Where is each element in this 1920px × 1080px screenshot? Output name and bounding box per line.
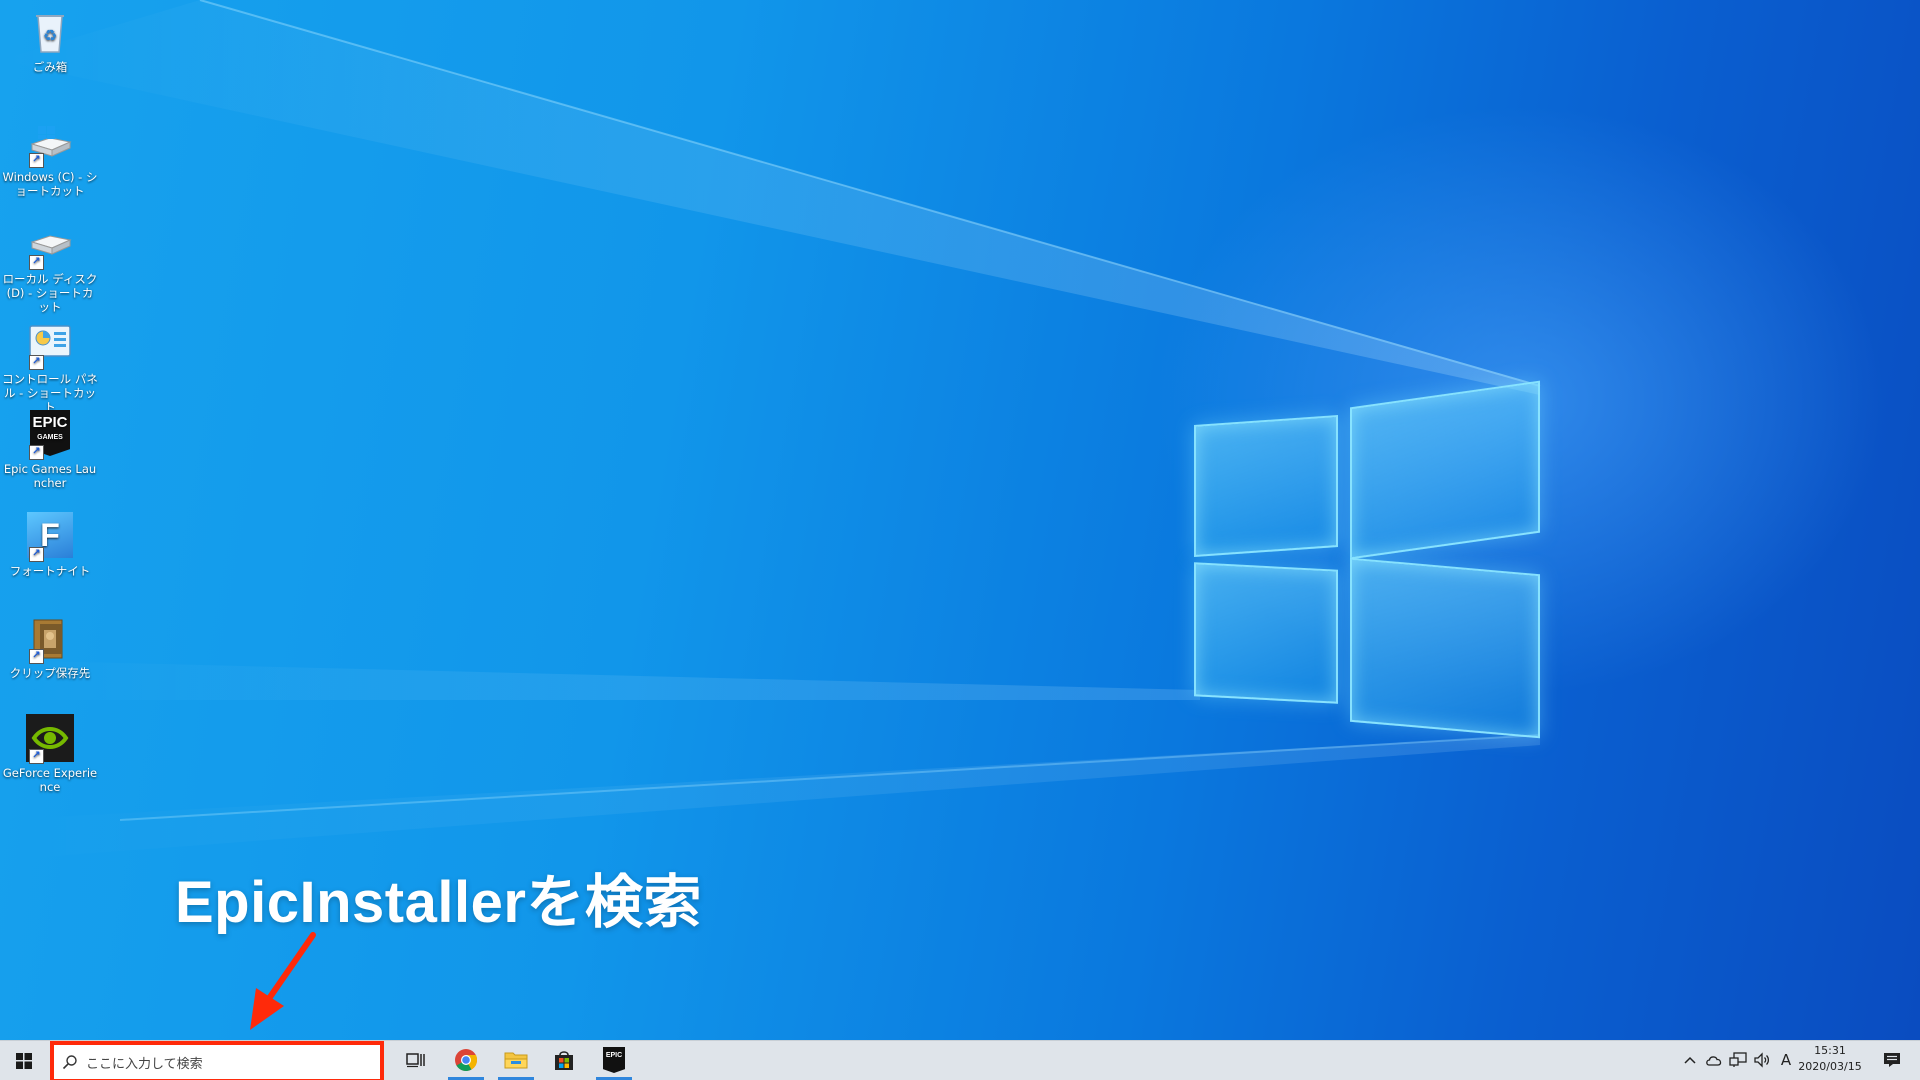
- chrome-icon: [455, 1049, 478, 1071]
- cloud-icon: [1706, 1056, 1722, 1066]
- drive-icon: ↗: [26, 220, 74, 270]
- taskbar-app-epic-games[interactable]: EPIC: [590, 1040, 638, 1080]
- desktop-icon-label: ごみ箱: [32, 60, 68, 74]
- action-center-button[interactable]: [1874, 1040, 1910, 1080]
- desktop-icon-label: Windows (C) - ショートカット: [2, 170, 98, 198]
- epic-games-icon: EPIC GAMES ↗: [26, 410, 74, 460]
- desktop-icon-windows-c[interactable]: ↗ Windows (C) - ショートカット: [0, 118, 100, 198]
- desktop-icon-recycle-bin[interactable]: ♻ ごみ箱: [0, 8, 100, 74]
- desktop-icon-label: コントロール パネル - ショートカット: [2, 372, 98, 414]
- desktop-icon-local-disk-d[interactable]: ↗ ローカル ディスク (D) - ショートカット: [0, 220, 100, 314]
- annotation-text: EpicInstallerを検索: [175, 870, 702, 935]
- desktop-icon-label: フォートナイト: [9, 564, 91, 578]
- desktop-icon-label: クリップ保存先: [9, 666, 91, 680]
- epic-games-icon: EPIC: [603, 1047, 625, 1073]
- show-hidden-icons-button[interactable]: [1680, 1040, 1700, 1080]
- taskbar-app-file-explorer[interactable]: [492, 1040, 540, 1080]
- desktop-icon-geforce-experience[interactable]: ↗ GeForce Experience: [0, 714, 100, 794]
- chevron-up-icon: [1684, 1056, 1696, 1064]
- clock-time: 15:31: [1814, 1044, 1846, 1057]
- nvidia-icon: ↗: [26, 714, 74, 764]
- task-view-icon: [406, 1053, 425, 1068]
- desktop-icon-label: GeForce Experience: [2, 766, 98, 794]
- search-icon: [62, 1055, 77, 1070]
- windows-start-icon: [16, 1053, 32, 1069]
- task-view-button[interactable]: [392, 1040, 440, 1080]
- notification-icon: [1884, 1053, 1900, 1067]
- svg-text:♻: ♻: [43, 26, 57, 45]
- fortnite-icon: F ↗: [26, 512, 74, 562]
- store-icon: [555, 1051, 573, 1070]
- recycle-bin-icon: ♻: [26, 8, 74, 56]
- network-icon: [1729, 1052, 1747, 1067]
- desktop-icon-epic-games-launcher[interactable]: EPIC GAMES ↗ Epic Games Launcher: [0, 410, 100, 490]
- start-button[interactable]: [0, 1041, 48, 1080]
- network-tray-button[interactable]: [1726, 1040, 1750, 1080]
- desktop-icon-control-panel[interactable]: ↗ コントロール パネル - ショートカット: [0, 320, 100, 414]
- desktop-icon-label: Epic Games Launcher: [3, 462, 97, 490]
- search-placeholder: ここに入力して検索: [86, 1056, 203, 1072]
- clock-date: 2020/03/15: [1798, 1060, 1862, 1073]
- windows-logo: [1190, 380, 1550, 740]
- desktop-icon-fortnite[interactable]: F ↗ フォートナイト: [0, 512, 100, 578]
- desktop-icon-clip-folder[interactable]: ↗ クリップ保存先: [0, 614, 100, 680]
- desktop-background: ♻ ごみ箱 ↗ Windows (C) - ショートカット ↗ ローカル ディス…: [0, 0, 1920, 1040]
- desktop-icon-label: ローカル ディスク (D) - ショートカット: [2, 272, 98, 314]
- speaker-icon: [1754, 1052, 1770, 1068]
- drive-icon: ↗: [26, 118, 74, 168]
- folder-icon: ↗: [26, 614, 74, 664]
- taskbar-search-box[interactable]: ここに入力して検索: [50, 1041, 384, 1080]
- taskbar-clock[interactable]: 15:31 2020/03/15: [1790, 1043, 1870, 1075]
- onedrive-tray-button[interactable]: [1702, 1040, 1726, 1080]
- control-panel-icon: ↗: [26, 320, 74, 370]
- volume-tray-button[interactable]: [1750, 1040, 1774, 1080]
- taskbar-app-chrome[interactable]: [442, 1040, 490, 1080]
- folder-icon: [504, 1052, 528, 1069]
- taskbar-app-store[interactable]: [540, 1040, 588, 1080]
